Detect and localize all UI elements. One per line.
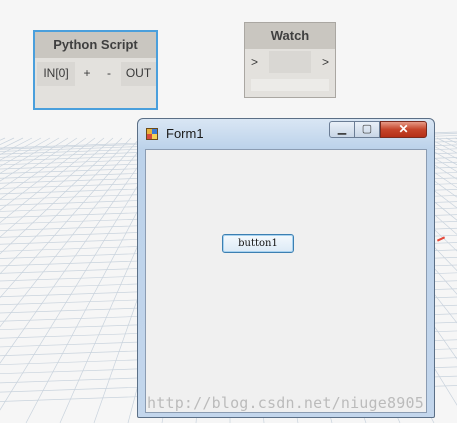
add-input-button[interactable]: +	[77, 62, 97, 86]
watch-output-port[interactable]: >	[313, 51, 333, 73]
form1-window[interactable]: Form1 ▁ ▢ ✕ button1	[137, 118, 435, 418]
remove-input-button[interactable]: -	[99, 62, 119, 86]
button1[interactable]: button1	[222, 234, 294, 253]
form-title: Form1	[166, 126, 204, 141]
form-app-icon	[146, 128, 158, 140]
form-client-area: button1	[145, 149, 427, 413]
minimize-button[interactable]: ▁	[329, 121, 355, 138]
python-output-port[interactable]: OUT	[121, 62, 156, 86]
watch-body	[269, 51, 311, 73]
python-input-port[interactable]: IN[0]	[37, 62, 75, 86]
watch-title: Watch	[245, 23, 335, 49]
maximize-button[interactable]: ▢	[355, 121, 380, 138]
watermark-text: http://blog.csdn.net/niuge8905	[147, 394, 424, 412]
python-script-title: Python Script	[35, 32, 156, 58]
close-button[interactable]: ✕	[380, 121, 427, 138]
watch-value-area	[251, 79, 329, 91]
python-script-node[interactable]: Python Script IN[0] + - OUT	[33, 30, 158, 110]
watch-node[interactable]: Watch > >	[244, 22, 336, 98]
form-titlebar[interactable]: Form1 ▁ ▢ ✕	[138, 119, 434, 147]
watch-input-port[interactable]: >	[247, 51, 267, 73]
